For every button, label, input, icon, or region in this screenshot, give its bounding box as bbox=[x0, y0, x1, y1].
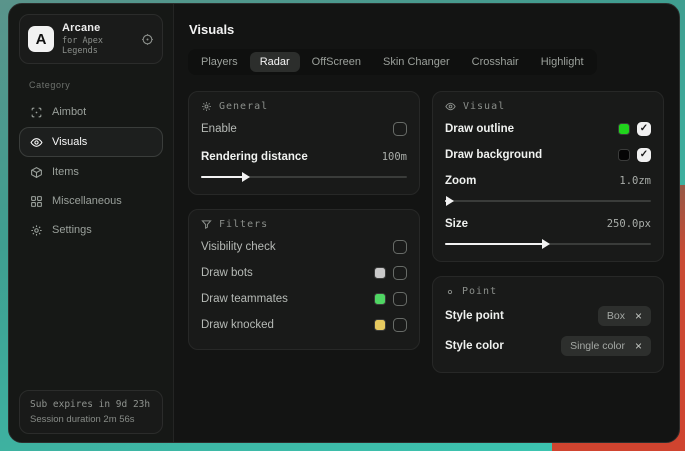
tab-offscreen[interactable]: OffScreen bbox=[302, 52, 371, 72]
draw-outline-color-swatch[interactable] bbox=[618, 123, 630, 135]
sidebar-item-label: Aimbot bbox=[52, 106, 86, 118]
draw-bots-row: Draw bots bbox=[201, 261, 407, 285]
visual-panel: Visual Draw outline Draw background bbox=[432, 91, 664, 262]
cheat-menu-window: A Arcane for Apex Legends Category bbox=[8, 3, 680, 443]
visibility-check-row: Visibility check bbox=[201, 235, 407, 259]
sub-expires-text: Sub expires in 9d 23h bbox=[30, 399, 152, 410]
slider-thumb[interactable] bbox=[542, 239, 550, 249]
main-content: Visuals Players Radar OffScreen Skin Cha… bbox=[174, 4, 679, 442]
general-panel: General Enable Rendering distance 100m bbox=[188, 91, 420, 195]
funnel-icon bbox=[201, 219, 212, 230]
draw-teammates-row: Draw teammates bbox=[201, 287, 407, 311]
draw-knocked-color-swatch[interactable] bbox=[374, 319, 386, 331]
draw-teammates-color-swatch[interactable] bbox=[374, 293, 386, 305]
sidebar-item-label: Items bbox=[52, 166, 79, 178]
draw-teammates-label: Draw teammates bbox=[201, 293, 288, 305]
zoom-value: 1.0zm bbox=[619, 175, 651, 187]
draw-teammates-checkbox[interactable] bbox=[393, 292, 407, 306]
style-color-label: Style color bbox=[445, 340, 504, 352]
enable-row: Enable bbox=[201, 117, 407, 141]
app-title-block: Arcane for Apex Legends bbox=[62, 22, 125, 56]
zoom-row: Zoom 1.0zm bbox=[445, 169, 651, 193]
draw-outline-label: Draw outline bbox=[445, 123, 514, 135]
target-icon[interactable] bbox=[141, 33, 154, 46]
gear-icon bbox=[201, 101, 212, 112]
draw-bots-color-swatch[interactable] bbox=[374, 267, 386, 279]
visibility-check-label: Visibility check bbox=[201, 241, 276, 253]
remove-icon[interactable]: × bbox=[635, 310, 642, 322]
tab-highlight[interactable]: Highlight bbox=[531, 52, 594, 72]
tab-players[interactable]: Players bbox=[191, 52, 248, 72]
style-color-value: Single color bbox=[570, 340, 625, 352]
remove-icon[interactable]: × bbox=[635, 340, 642, 352]
sidebar-item-aimbot[interactable]: Aimbot bbox=[19, 98, 163, 126]
style-point-label: Style point bbox=[445, 310, 504, 322]
zoom-slider[interactable] bbox=[445, 196, 651, 206]
rendering-distance-value: 100m bbox=[382, 151, 407, 163]
sidebar-item-label: Settings bbox=[52, 224, 92, 236]
style-color-row: Style color Single color × bbox=[445, 332, 651, 360]
tab-skin-changer[interactable]: Skin Changer bbox=[373, 52, 460, 72]
rendering-distance-row: Rendering distance 100m bbox=[201, 145, 407, 169]
draw-background-checkbox[interactable] bbox=[637, 148, 651, 162]
sidebar-item-items[interactable]: Items bbox=[19, 158, 163, 186]
rendering-distance-label: Rendering distance bbox=[201, 151, 308, 163]
subscription-info-box: Sub expires in 9d 23h Session duration 2… bbox=[19, 390, 163, 434]
sidebar-item-label: Miscellaneous bbox=[52, 195, 122, 207]
sidebar: A Arcane for Apex Legends Category bbox=[9, 4, 174, 442]
visibility-check-checkbox[interactable] bbox=[393, 240, 407, 254]
size-slider[interactable] bbox=[445, 239, 651, 249]
session-duration-text: Session duration 2m 56s bbox=[30, 414, 152, 425]
style-color-select[interactable]: Single color × bbox=[561, 336, 651, 356]
size-value: 250.0px bbox=[607, 218, 651, 230]
app-logo: A bbox=[28, 26, 54, 52]
size-label: Size bbox=[445, 218, 468, 230]
draw-knocked-checkbox[interactable] bbox=[393, 318, 407, 332]
style-point-value: Box bbox=[607, 310, 625, 322]
style-point-row: Style point Box × bbox=[445, 302, 651, 330]
draw-bots-label: Draw bots bbox=[201, 267, 253, 279]
slider-thumb[interactable] bbox=[242, 172, 250, 182]
enable-label: Enable bbox=[201, 123, 237, 135]
point-panel: Point Style point Box × Style color Sing… bbox=[432, 276, 664, 373]
sidebar-item-label: Visuals bbox=[52, 136, 87, 148]
rendering-distance-slider[interactable] bbox=[201, 172, 407, 182]
cube-icon bbox=[30, 166, 43, 179]
app-subtitle: for Apex Legends bbox=[62, 36, 125, 56]
slider-thumb[interactable] bbox=[446, 196, 454, 206]
size-row: Size 250.0px bbox=[445, 212, 651, 236]
sidebar-item-miscellaneous[interactable]: Miscellaneous bbox=[19, 187, 163, 215]
draw-background-label: Draw background bbox=[445, 149, 542, 161]
panel-title: Point bbox=[462, 286, 497, 297]
eye-icon bbox=[30, 136, 43, 149]
style-point-select[interactable]: Box × bbox=[598, 306, 651, 326]
visuals-tabbar: Players Radar OffScreen Skin Changer Cro… bbox=[188, 49, 597, 75]
panel-title: General bbox=[219, 101, 268, 112]
eye-icon bbox=[445, 101, 456, 112]
gear-icon bbox=[30, 224, 43, 237]
sidebar-item-settings[interactable]: Settings bbox=[19, 216, 163, 244]
draw-background-color-swatch[interactable] bbox=[618, 149, 630, 161]
draw-knocked-label: Draw knocked bbox=[201, 319, 274, 331]
draw-outline-checkbox[interactable] bbox=[637, 122, 651, 136]
draw-bots-checkbox[interactable] bbox=[393, 266, 407, 280]
tab-crosshair[interactable]: Crosshair bbox=[462, 52, 529, 72]
crosshair-icon bbox=[30, 106, 43, 119]
category-label: Category bbox=[29, 80, 163, 90]
panel-title: Filters bbox=[219, 219, 268, 230]
tab-radar[interactable]: Radar bbox=[250, 52, 300, 72]
draw-outline-row: Draw outline bbox=[445, 117, 651, 141]
app-header: A Arcane for Apex Legends bbox=[19, 14, 163, 64]
panel-title: Visual bbox=[463, 101, 505, 112]
sidebar-item-visuals[interactable]: Visuals bbox=[19, 127, 163, 157]
draw-background-row: Draw background bbox=[445, 143, 651, 167]
grid-icon bbox=[30, 195, 43, 208]
enable-checkbox[interactable] bbox=[393, 122, 407, 136]
page-title: Visuals bbox=[189, 22, 664, 37]
point-icon bbox=[445, 287, 455, 297]
zoom-label: Zoom bbox=[445, 175, 476, 187]
app-name: Arcane bbox=[62, 22, 125, 34]
filters-panel: Filters Visibility check Draw bots bbox=[188, 209, 420, 350]
draw-knocked-row: Draw knocked bbox=[201, 313, 407, 337]
